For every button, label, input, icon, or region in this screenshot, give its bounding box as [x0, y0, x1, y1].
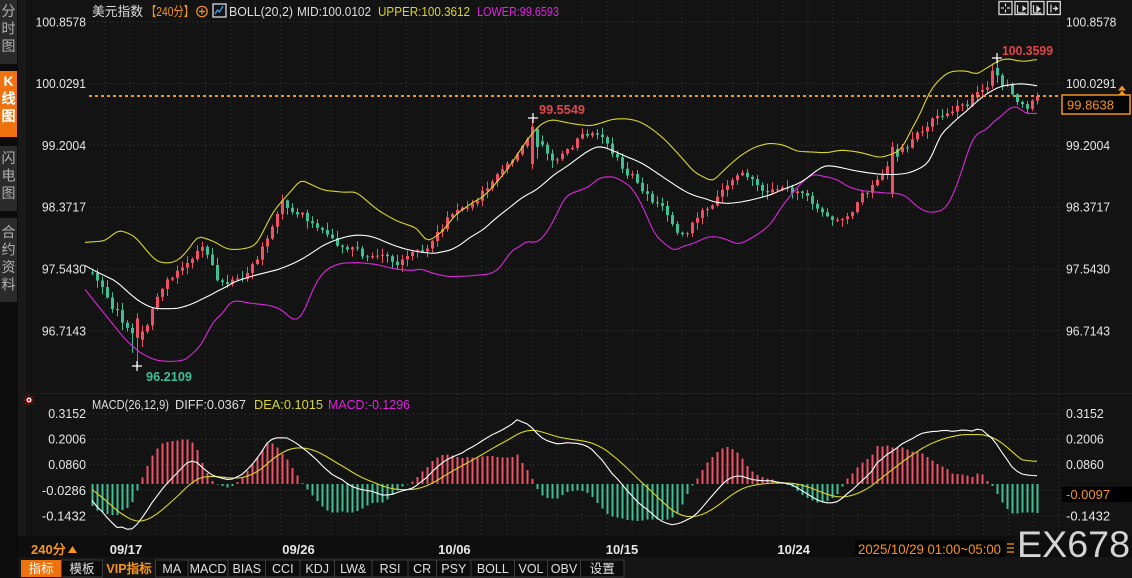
- svg-text:-0.0097: -0.0097: [1066, 487, 1110, 502]
- svg-text:98.3717: 98.3717: [42, 200, 86, 215]
- svg-text:96.2109: 96.2109: [146, 369, 192, 384]
- svg-text:BIAS: BIAS: [233, 562, 262, 576]
- svg-text:约: 约: [2, 242, 16, 258]
- svg-text:MACD:-0.1296: MACD:-0.1296: [328, 397, 410, 412]
- svg-text:100.3599: 100.3599: [1002, 43, 1053, 58]
- svg-text:美元指数: 美元指数: [92, 4, 143, 19]
- svg-text:MID:100.0102: MID:100.0102: [297, 4, 371, 19]
- svg-text:图: 图: [2, 185, 16, 201]
- svg-text:CR: CR: [413, 562, 431, 576]
- svg-text:线: 线: [2, 91, 16, 107]
- svg-text:【240分】: 【240分】: [146, 4, 194, 19]
- svg-text:97.5430: 97.5430: [1066, 262, 1110, 277]
- svg-text:2025/10/29 01:00~05:00: 2025/10/29 01:00~05:00: [858, 542, 1001, 557]
- svg-text:97.5430: 97.5430: [42, 262, 86, 277]
- svg-text:96.7143: 96.7143: [1066, 323, 1110, 338]
- svg-text:PSY: PSY: [441, 562, 467, 576]
- svg-text:0.0860: 0.0860: [1066, 457, 1104, 472]
- svg-text:99.2004: 99.2004: [42, 138, 86, 153]
- svg-text:VOL: VOL: [518, 562, 543, 576]
- svg-text:MACD: MACD: [190, 562, 227, 576]
- svg-text:EX678: EX678: [1017, 524, 1130, 565]
- svg-text:0.2006: 0.2006: [48, 432, 86, 447]
- svg-text:10/15: 10/15: [606, 542, 639, 557]
- svg-text:合: 合: [2, 224, 16, 240]
- svg-text:图: 图: [2, 38, 16, 54]
- svg-text:VIP指标: VIP指标: [106, 561, 152, 576]
- svg-text:图: 图: [2, 108, 16, 124]
- svg-text:设置: 设置: [590, 561, 615, 576]
- svg-text:时: 时: [2, 21, 16, 37]
- svg-text:10/06: 10/06: [438, 542, 471, 557]
- svg-text:MA: MA: [162, 562, 181, 576]
- svg-text:100.0291: 100.0291: [1066, 76, 1116, 91]
- svg-text:BOLL: BOLL: [477, 562, 509, 576]
- svg-text:K: K: [3, 73, 13, 89]
- svg-text:0.2006: 0.2006: [1066, 432, 1104, 447]
- svg-text:指标: 指标: [28, 561, 53, 576]
- svg-text:99.5549: 99.5549: [539, 102, 585, 117]
- svg-text:DIFF:0.0367: DIFF:0.0367: [175, 397, 246, 412]
- svg-text:99.8638: 99.8638: [1067, 98, 1114, 113]
- svg-text:CCI: CCI: [272, 562, 294, 576]
- svg-text:10/24: 10/24: [777, 542, 810, 557]
- svg-text:资: 资: [2, 259, 16, 275]
- svg-text:LOWER:99.6593: LOWER:99.6593: [477, 4, 559, 19]
- svg-text:LW&: LW&: [340, 562, 367, 576]
- svg-text:KDJ: KDJ: [305, 562, 329, 576]
- svg-text:电: 电: [2, 168, 16, 184]
- svg-text:DEA:0.1015: DEA:0.1015: [254, 397, 323, 412]
- svg-text:99.2004: 99.2004: [1066, 138, 1110, 153]
- svg-text:分: 分: [2, 3, 16, 19]
- svg-text:闪: 闪: [2, 150, 16, 166]
- svg-text:0.0860: 0.0860: [48, 457, 86, 472]
- svg-text:100.8578: 100.8578: [36, 14, 86, 29]
- svg-text:100.0291: 100.0291: [36, 76, 86, 91]
- svg-text:98.3717: 98.3717: [1066, 200, 1110, 215]
- svg-text:BOLL(20,2): BOLL(20,2): [229, 4, 293, 19]
- svg-text:240分: 240分: [31, 542, 66, 557]
- svg-text:RSI: RSI: [380, 562, 401, 576]
- svg-text:09/17: 09/17: [110, 542, 143, 557]
- svg-text:MACD(26,12,9): MACD(26,12,9): [92, 397, 169, 412]
- svg-text:0.3152: 0.3152: [48, 406, 86, 421]
- svg-text:-0.0286: -0.0286: [42, 483, 86, 498]
- svg-text:0.3152: 0.3152: [1066, 406, 1104, 421]
- svg-text:料: 料: [2, 277, 16, 293]
- svg-text:100.8578: 100.8578: [1066, 14, 1116, 29]
- svg-text:09/26: 09/26: [282, 542, 315, 557]
- svg-text:OBV: OBV: [551, 562, 578, 576]
- svg-text:-0.1432: -0.1432: [42, 508, 86, 523]
- svg-text:UPPER:100.3612: UPPER:100.3612: [378, 4, 470, 19]
- svg-text:96.7143: 96.7143: [42, 323, 86, 338]
- svg-text:-0.1432: -0.1432: [1066, 508, 1110, 523]
- svg-text:模板: 模板: [69, 562, 95, 576]
